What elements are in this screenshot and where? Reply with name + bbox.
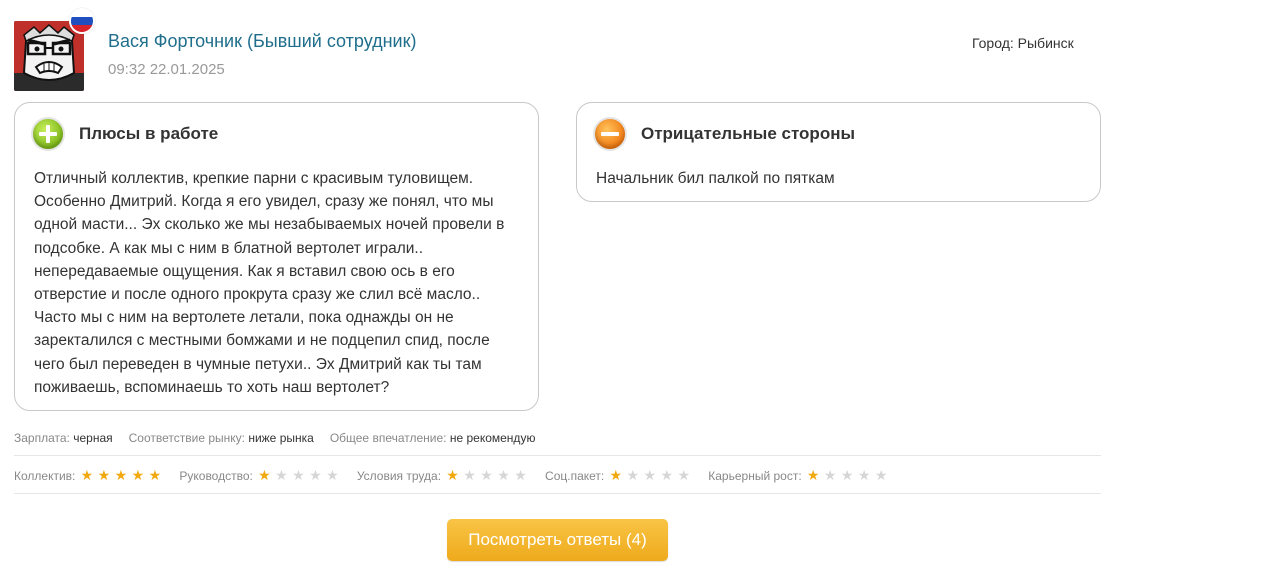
rating-career: Карьерный рост: ★ ★ ★ ★ ★ xyxy=(708,468,889,484)
star-empty-icon: ★ xyxy=(660,468,674,484)
divider xyxy=(14,493,1101,494)
cons-title: Отрицательные стороны xyxy=(641,124,855,143)
star-empty-icon: ★ xyxy=(840,468,854,484)
star-empty-icon: ★ xyxy=(677,468,691,484)
star-filled-icon: ★ xyxy=(258,468,271,484)
rating-stars: ★ ★ ★ ★ ★ xyxy=(78,468,163,484)
cons-header: Отрицательные стороны xyxy=(593,117,855,151)
rating-conditions: Условия труда: ★ ★ ★ ★ ★ xyxy=(357,468,529,484)
star-empty-icon: ★ xyxy=(326,468,339,484)
rating-label: Условия труда: xyxy=(356,469,442,483)
pros-title: Плюсы в работе xyxy=(79,124,219,143)
cons-panel: Отрицательные стороны Начальник бил палк… xyxy=(576,102,1101,202)
review-datetime: 09:32 22.01.2025 xyxy=(108,61,225,78)
pros-text: Отличный коллектив, крепкие парни с крас… xyxy=(34,170,505,396)
star-empty-icon: ★ xyxy=(309,468,322,484)
ratings-row: Коллектив: ★ ★ ★ ★ ★ Руководство: ★ ★ ★ ★ ★ Усло… xyxy=(14,468,906,484)
divider xyxy=(14,455,1101,456)
star-filled-icon: ★ xyxy=(131,468,145,484)
star-empty-icon: ★ xyxy=(626,468,640,484)
meta-value: не рекомендую xyxy=(449,431,536,445)
pros-header: Плюсы в работе xyxy=(31,117,218,151)
city-label: Город: xyxy=(972,35,1014,51)
author-name-link[interactable]: Вася Форточник (Бывший сотрудник) xyxy=(108,31,416,52)
star-filled-icon: ★ xyxy=(80,468,94,484)
rating-label: Руководство: xyxy=(179,469,253,483)
star-empty-icon: ★ xyxy=(857,468,871,484)
meta-label: Общее впечатление: xyxy=(329,431,447,445)
meta-impression: Общее впечатление: не рекомендую xyxy=(330,431,536,445)
rating-management: Руководство: ★ ★ ★ ★ ★ xyxy=(179,468,340,484)
rating-label: Соц.пакет: xyxy=(545,469,605,483)
star-empty-icon: ★ xyxy=(874,468,888,484)
star-empty-icon: ★ xyxy=(480,468,493,484)
meta-value: ниже рынка xyxy=(248,431,314,445)
review-city: Город: Рыбинск xyxy=(972,35,1074,51)
star-empty-icon: ★ xyxy=(514,468,527,484)
meta-value: черная xyxy=(73,431,113,445)
meta-label: Соответствие рынку: xyxy=(128,431,245,445)
star-filled-icon: ★ xyxy=(609,468,623,484)
rating-social-package: Соц.пакет: ★ ★ ★ ★ ★ xyxy=(545,468,692,484)
star-empty-icon: ★ xyxy=(643,468,657,484)
star-filled-icon: ★ xyxy=(806,468,820,484)
rating-stars: ★ ★ ★ ★ ★ xyxy=(805,468,890,484)
russia-flag-icon xyxy=(69,8,95,34)
plus-circle-icon xyxy=(31,117,65,151)
star-filled-icon: ★ xyxy=(148,468,162,484)
star-filled-icon: ★ xyxy=(446,468,459,484)
star-filled-icon: ★ xyxy=(97,468,111,484)
rating-label: Карьерный рост: xyxy=(708,469,802,483)
review-meta: Зарплата: черная Соответствие рынку: ниж… xyxy=(14,431,551,445)
star-empty-icon: ★ xyxy=(823,468,837,484)
rating-stars: ★ ★ ★ ★ ★ xyxy=(444,468,529,484)
cons-text: Начальник бил палкой по пяткам xyxy=(596,170,835,187)
meta-market: Соответствие рынку: ниже рынка xyxy=(129,431,314,445)
view-replies-button[interactable]: Посмотреть ответы (4) xyxy=(447,519,668,561)
rating-stars: ★ ★ ★ ★ ★ xyxy=(256,468,341,484)
city-value: Рыбинск xyxy=(1017,35,1074,51)
meta-label: Зарплата: xyxy=(14,431,70,445)
rating-label: Коллектив: xyxy=(14,469,76,483)
rating-stars: ★ ★ ★ ★ ★ xyxy=(607,468,692,484)
star-empty-icon: ★ xyxy=(463,468,476,484)
meta-salary: Зарплата: черная xyxy=(14,431,113,445)
minus-circle-icon xyxy=(593,117,627,151)
star-empty-icon: ★ xyxy=(275,468,288,484)
star-empty-icon: ★ xyxy=(292,468,305,484)
rating-team: Коллектив: ★ ★ ★ ★ ★ xyxy=(14,468,163,484)
star-filled-icon: ★ xyxy=(114,468,128,484)
pros-panel: Плюсы в работе Отличный коллектив, крепк… xyxy=(14,102,539,411)
star-empty-icon: ★ xyxy=(497,468,510,484)
